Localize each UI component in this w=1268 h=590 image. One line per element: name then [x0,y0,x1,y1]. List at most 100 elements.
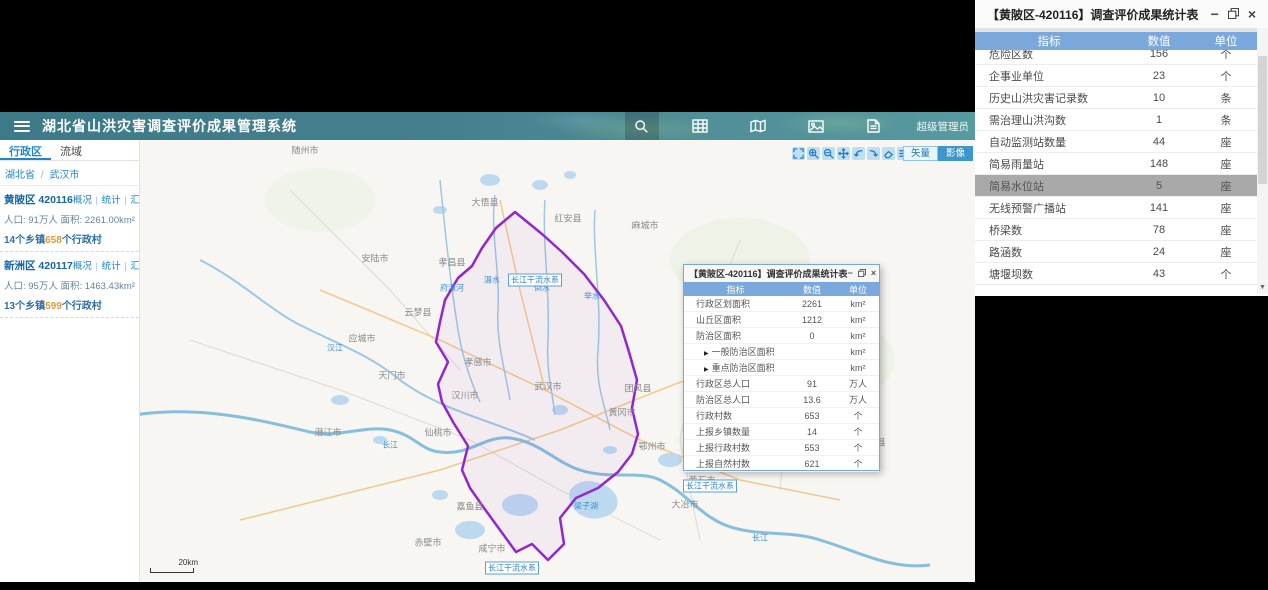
table-row[interactable]: 需治理山洪沟数 1 条 [975,109,1257,131]
next-view-icon[interactable] [867,147,880,160]
region-link[interactable]: 概况 [73,261,92,272]
table-row[interactable]: 行政区总人口 91 万人 [684,376,879,392]
region-name-code[interactable]: 新洲区 420117 [4,258,73,273]
region-list-item[interactable]: 新洲区 420117概况 | 统计 | 汇总人口: 95万人 面积: 1463.… [0,252,139,318]
breadcrumb-province[interactable]: 湖北省 [5,170,35,181]
restore-icon[interactable] [1227,7,1239,21]
table-row[interactable]: 山丘区面积 1212 km² [684,312,879,328]
breadcrumb-city[interactable]: 武汉市 [49,170,79,181]
row-label: 行政区划面积 [696,299,751,309]
menu-icon[interactable] [14,120,30,132]
water-label: 举水 [584,291,600,301]
city-label: 随州市 [291,145,319,156]
row-unit: 个 [1220,268,1232,281]
table-row[interactable]: 行政区划面积 2261 km² [684,296,879,312]
row-unit: 个 [1220,50,1232,61]
region-link[interactable]: 汇总 [130,195,139,206]
row-value: 141 [1149,201,1169,214]
tab-watershed[interactable]: 流域 [51,140,91,160]
region-link[interactable]: 统计 [102,261,121,272]
row-label: 行政区总人口 [696,379,751,389]
row-unit: 条 [1220,114,1232,127]
search-icon[interactable] [624,112,659,140]
table-row[interactable]: 防治区面积 0 km² [684,328,879,344]
basemap-button-imagery[interactable]: 影像 [938,146,974,161]
city-label: 麻城市 [631,220,659,231]
breadcrumb: 湖北省 / 武汉市 [0,161,139,186]
expand-icon[interactable]: ▶ [704,367,709,373]
scale-label: 20km [178,558,198,567]
dialog-title: 【黄陂区-420116】调查评价成果统计表 [689,269,848,279]
row-value: 553 [804,442,820,453]
close-icon[interactable]: × [1248,7,1256,21]
city-label: 咸宁市 [478,543,506,554]
image-icon[interactable] [799,112,833,140]
row-label: 自动监测站数量 [989,136,1066,149]
table-row[interactable]: 行政村数 653 个 [684,408,879,424]
row-value: 23 [1152,69,1166,82]
table-icon[interactable] [683,112,717,140]
city-label: 黄冈市 [608,407,636,418]
row-label: 路涵数 [989,246,1022,259]
region-pop-area: 人口: 91万人 面积: 2261.00km² [4,215,135,226]
table-row[interactable]: 上报乡镇数量 14 个 [684,424,879,440]
map-canvas[interactable]: 随州市 大悟县 红安县 麻城市 安陆市 孝昌县 云梦县 应城市 孝感市 天门市 汉川市 仙桃市 潜江市 武… [140,140,975,582]
table-row[interactable]: 简易雨量站 148 座 [975,153,1257,175]
current-user[interactable]: 超级管理员 [917,119,970,134]
scrollbar[interactable]: ▼ [1257,28,1268,294]
region-link[interactable]: 概况 [73,195,92,206]
row-unit: km² [850,298,866,309]
table-row[interactable]: 防治区总人口 13.6 万人 [684,392,879,408]
stats-title-bar[interactable]: 【黄陂区-420116】调查评价成果统计表 − × [975,0,1268,28]
row-unit: 个 [853,427,863,437]
previous-view-icon[interactable] [852,147,865,160]
link-separator: | [121,195,130,206]
row-label: 危险区数 [989,50,1033,61]
region-link[interactable]: 汇总 [130,261,139,272]
zoom-in-icon[interactable] [807,147,820,160]
basemap-switch: 矢量 影像 [903,146,974,161]
pan-icon[interactable] [837,147,850,160]
table-row[interactable]: 路涵数 24 座 [975,241,1257,263]
close-icon[interactable]: × [871,269,876,278]
table-row[interactable]: 简易水位站 5 座 [975,175,1257,197]
scroll-down-icon[interactable]: ▼ [1257,280,1268,294]
table-row[interactable]: 塘堰坝数 43 个 [975,263,1257,285]
dialog-table-header: 指标 数值 单位 [684,282,879,296]
region-link[interactable]: 统计 [102,195,121,206]
restore-icon[interactable] [857,268,866,279]
region-list-item[interactable]: 黄陂区 420116概况 | 统计 | 汇总人口: 91万人 面积: 2261.… [0,186,139,252]
region-header: 新洲区 420117概况 | 统计 | 汇总 [4,258,139,273]
minimize-icon[interactable]: − [848,269,853,278]
tab-administrative-region[interactable]: 行政区 [0,140,51,160]
table-row[interactable]: 危险区数 156 个 [975,50,1257,65]
table-row[interactable]: 无线预警广播站 141 座 [975,197,1257,219]
scrollbar-thumb[interactable] [1258,56,1267,184]
map-icon[interactable] [741,112,775,140]
table-row[interactable]: 桥梁数 78 座 [975,219,1257,241]
table-row[interactable]: 企事业单位 23 个 [975,65,1257,87]
sidebar-tabs: 行政区 流域 [0,140,139,161]
minimize-icon[interactable]: − [1211,7,1219,21]
row-label: 上报自然村数 [696,459,751,469]
table-row[interactable]: 自动监测站数量 44 座 [975,131,1257,153]
table-row[interactable]: ▶ 一般防治区面积 km² [684,344,879,360]
expand-icon[interactable]: ▶ [704,351,709,357]
basemap-button-vector[interactable]: 矢量 [903,146,939,161]
report-icon[interactable] [857,112,891,140]
water-label: 梁子湖 [574,501,598,511]
table-row[interactable]: 上报自然村数 621 个 [684,456,879,472]
region-name-code[interactable]: 黄陂区 420116 [4,192,73,207]
dialog-title-bar[interactable]: 【黄陂区-420116】调查评价成果统计表 − × [684,265,879,282]
table-row[interactable]: ▶ 重点防治区面积 km² [684,360,879,376]
water-label: 长江 [752,533,768,543]
table-row[interactable]: 上报行政村数 553 个 [684,440,879,456]
fit-extent-icon[interactable] [792,147,805,160]
zoom-out-icon[interactable] [822,147,835,160]
row-value: 156 [1149,50,1169,60]
table-row[interactable]: 历史山洪灾害记录数 10 条 [975,87,1257,109]
city-label: 云梦县 [404,307,432,318]
stats-table-header: 指标 数值 单位 [975,32,1257,50]
erase-icon[interactable] [882,147,895,160]
region-links: 概况 | 统计 | 汇总 [73,192,139,206]
